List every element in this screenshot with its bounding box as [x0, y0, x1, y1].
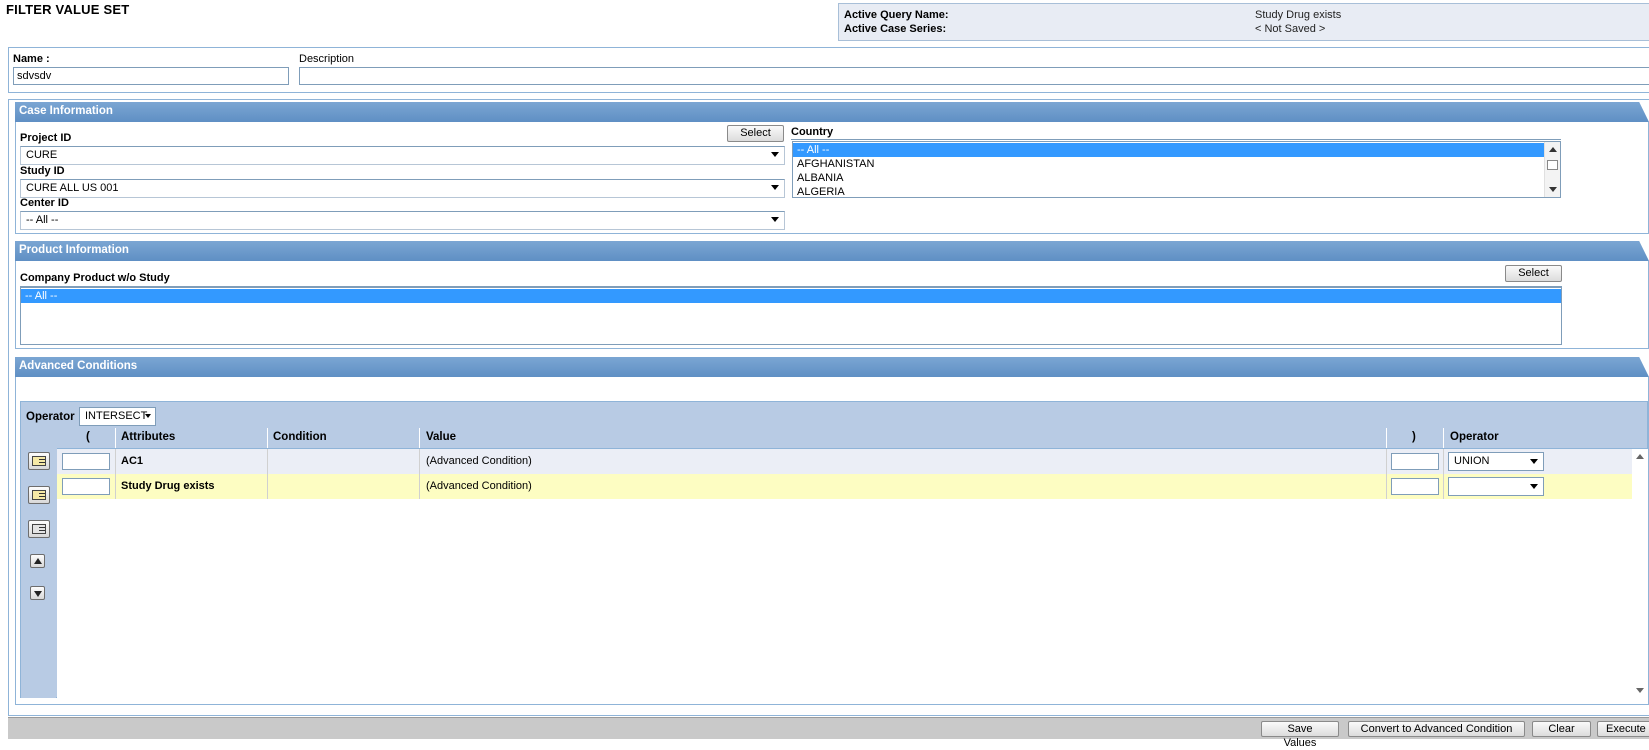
- country-label: Country: [791, 126, 834, 138]
- row-operator-dropdown[interactable]: UNION: [1448, 452, 1544, 471]
- chevron-down-icon: [771, 217, 779, 222]
- convert-advanced-condition-button[interactable]: Convert to Advanced Condition: [1348, 721, 1525, 737]
- country-item-afghanistan[interactable]: AFGHANISTAN: [793, 157, 1545, 171]
- project-select-button[interactable]: Select: [727, 125, 784, 142]
- country-scrollbar[interactable]: [1544, 142, 1560, 197]
- center-id-value: -- All --: [26, 214, 59, 226]
- country-item-all[interactable]: -- All --: [793, 143, 1545, 157]
- study-id-label: Study ID: [20, 165, 65, 177]
- chevron-down-icon: [771, 152, 779, 157]
- insert-condition-icon[interactable]: [28, 486, 50, 504]
- active-query-label: Active Query Name:: [844, 9, 949, 21]
- name-input[interactable]: [13, 67, 289, 85]
- action-bar: Save Values Convert to Advanced Conditio…: [8, 717, 1649, 749]
- project-id-value: CURE: [26, 149, 58, 161]
- scroll-down-icon[interactable]: [1549, 187, 1557, 192]
- conditions-grid: AC1 (Advanced Condition) UNION Study Dru…: [57, 448, 1648, 698]
- study-id-dropdown[interactable]: CURE ALL US 001: [20, 179, 785, 198]
- advanced-conditions-panel: Operator INTERSECT ( Attributes Conditio…: [20, 401, 1648, 698]
- description-label: Description: [299, 53, 355, 65]
- active-case-value: < Not Saved >: [1255, 23, 1326, 35]
- active-query-panel: Active Query Name: Study Drug exists Act…: [838, 3, 1649, 41]
- country-item-albania[interactable]: ALBANIA: [793, 171, 1545, 185]
- chevron-down-icon: [1530, 484, 1538, 489]
- name-label: Name :: [13, 53, 50, 65]
- execute-button[interactable]: Execute: [1597, 721, 1649, 737]
- row-operator-value: UNION: [1454, 455, 1490, 467]
- page-title: FILTER VALUE SET: [6, 2, 130, 17]
- scroll-up-icon[interactable]: [1636, 454, 1644, 459]
- operator-label: Operator: [26, 411, 75, 423]
- add-condition-icon[interactable]: [28, 452, 50, 470]
- project-id-label: Project ID: [20, 132, 72, 144]
- row-value: (Advanced Condition): [426, 455, 532, 467]
- company-product-label: Company Product w/o Study: [20, 272, 170, 284]
- move-down-icon[interactable]: [30, 586, 45, 600]
- conditions-table-header: ( Attributes Condition Value ) Operator: [57, 428, 1647, 448]
- case-information-header: Case Information: [15, 102, 1649, 122]
- chevron-down-icon: [771, 185, 779, 190]
- advanced-conditions-header: Advanced Conditions: [15, 357, 1649, 377]
- close-paren-input[interactable]: [1391, 478, 1439, 495]
- description-input[interactable]: [299, 67, 1649, 85]
- open-paren-input[interactable]: [62, 453, 110, 470]
- center-id-dropdown[interactable]: -- All --: [20, 211, 785, 230]
- center-id-label: Center ID: [20, 197, 69, 209]
- filter-panel: Case Information Project ID Select CURE …: [8, 99, 1649, 716]
- operator-value: INTERSECT: [85, 410, 148, 422]
- name-description-panel: Name : Description: [8, 47, 1649, 93]
- move-up-icon[interactable]: [30, 554, 45, 568]
- table-row[interactable]: Study Drug exists (Advanced Condition): [57, 474, 1632, 499]
- operator-dropdown[interactable]: INTERSECT: [79, 407, 156, 426]
- scroll-down-icon[interactable]: [1636, 688, 1644, 693]
- col-attributes: Attributes: [121, 431, 176, 443]
- table-row[interactable]: AC1 (Advanced Condition) UNION: [57, 449, 1632, 474]
- row-condition: [268, 474, 278, 499]
- country-listbox[interactable]: -- All -- AFGHANISTAN ALBANIA ALGERIA: [792, 141, 1561, 198]
- chevron-down-icon: [145, 414, 151, 418]
- row-tools: [21, 448, 56, 698]
- active-case-label: Active Case Series:: [844, 23, 947, 35]
- save-values-button[interactable]: Save Values: [1261, 721, 1339, 749]
- col-value: Value: [426, 431, 457, 443]
- country-divider: [791, 139, 1561, 140]
- active-query-value: Study Drug exists: [1255, 9, 1342, 21]
- company-product-listbox[interactable]: -- All --: [20, 287, 1562, 345]
- scroll-up-icon[interactable]: [1549, 147, 1557, 152]
- scroll-thumb[interactable]: [1547, 160, 1558, 170]
- country-item-algeria[interactable]: ALGERIA: [793, 185, 1545, 197]
- product-item-all[interactable]: -- All --: [21, 289, 1561, 303]
- study-id-value: CURE ALL US 001: [26, 182, 119, 194]
- col-condition: Condition: [273, 431, 327, 443]
- case-information-body: Project ID Select CURE Study ID CURE ALL…: [15, 122, 1649, 234]
- col-open-paren: (: [86, 431, 90, 443]
- product-select-button[interactable]: Select: [1505, 265, 1562, 282]
- close-paren-input[interactable]: [1391, 453, 1439, 470]
- row-operator-dropdown[interactable]: [1448, 477, 1544, 496]
- col-close-paren: ): [1412, 431, 1416, 443]
- open-paren-input[interactable]: [62, 478, 110, 495]
- delete-condition-icon[interactable]: [28, 520, 50, 538]
- col-operator: Operator: [1450, 431, 1499, 443]
- clear-button[interactable]: Clear: [1532, 721, 1591, 737]
- row-attribute: Study Drug exists: [121, 480, 215, 492]
- row-value: (Advanced Condition): [426, 480, 532, 492]
- row-attribute: AC1: [121, 455, 144, 467]
- chevron-down-icon: [1530, 459, 1538, 464]
- product-information-body: Company Product w/o Study Select -- All …: [15, 261, 1649, 349]
- advanced-conditions-body: Operator INTERSECT ( Attributes Conditio…: [15, 377, 1649, 705]
- row-condition: [268, 449, 278, 474]
- conditions-scrollbar[interactable]: [1632, 449, 1648, 698]
- project-id-dropdown[interactable]: CURE: [20, 146, 785, 165]
- product-information-header: Product Information: [15, 241, 1649, 261]
